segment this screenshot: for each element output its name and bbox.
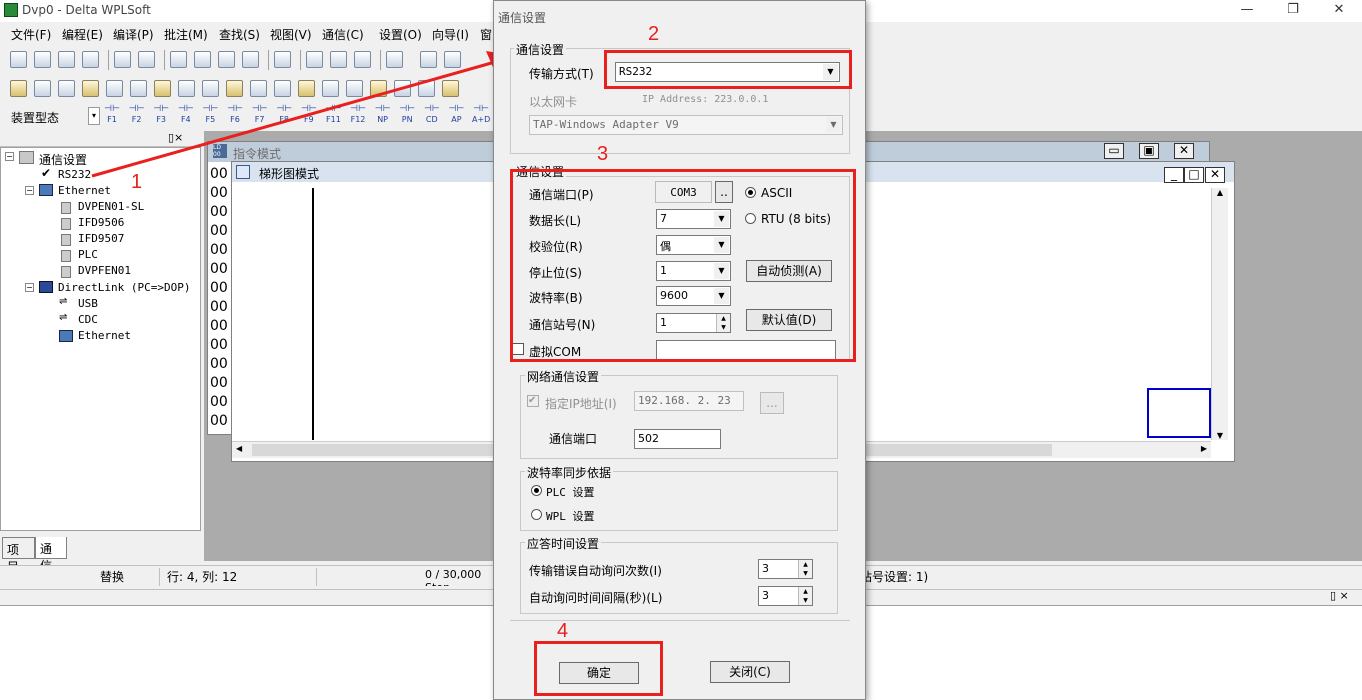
dialog-title: 通信设置 [498, 11, 547, 25]
annotation-box-2 [604, 50, 852, 89]
ip-address-text: IP Address: 223.0.0.1 [642, 94, 769, 105]
annotation-box-4 [534, 641, 663, 696]
group-network-title: 网络通信设置 [525, 368, 602, 385]
retry-count-label: 传输错误自动询问次数(I) [529, 564, 662, 578]
retry-interval-spinner[interactable]: 3 ▲ ▼ [758, 586, 813, 606]
annotation-box-3 [510, 169, 856, 362]
wpl-setting-radio[interactable] [531, 509, 542, 520]
annotation-number-1: 1 [131, 171, 143, 193]
specify-ip-checkbox[interactable]: ✔ [527, 395, 539, 407]
wpl-setting-label: WPL 设置 [546, 510, 595, 523]
plc-setting-label: PLC 设置 [546, 486, 595, 499]
annotation-number-3: 3 [597, 143, 609, 165]
specify-ip-label: 指定IP地址(I) [545, 397, 617, 411]
group-response-title: 应答时间设置 [525, 535, 602, 552]
ip-address-field[interactable]: 192.168. 2. 23 [634, 391, 744, 411]
group-baud-sync-title: 波特率同步依据 [525, 464, 614, 481]
net-port-field[interactable]: 502 [634, 429, 721, 449]
retry-count-spinner[interactable]: 3 ▲ ▼ [758, 559, 813, 579]
ethernet-card-label: 以太网卡 [529, 95, 578, 109]
group-transfer-title: 通信设置 [514, 41, 567, 58]
net-port-label: 通信端口 [549, 432, 598, 446]
close-dialog-button[interactable]: 关闭(C) [710, 661, 790, 683]
network-adapter-select[interactable]: TAP-Windows Adapter V9 ▼ [529, 115, 843, 135]
plc-setting-radio[interactable] [531, 485, 542, 496]
ip-browse-button[interactable]: ... [760, 392, 784, 414]
transfer-mode-label: 传输方式(T) [529, 67, 594, 81]
comm-settings-dialog: 通信设置 通信设置 传输方式(T) RS232 ▼ 以太网卡 IP Address… [493, 0, 866, 700]
annotation-number-2: 2 [648, 23, 660, 45]
retry-interval-label: 自动询问时间间隔(秒)(L) [529, 591, 663, 605]
annotation-number-4: 4 [557, 620, 569, 642]
